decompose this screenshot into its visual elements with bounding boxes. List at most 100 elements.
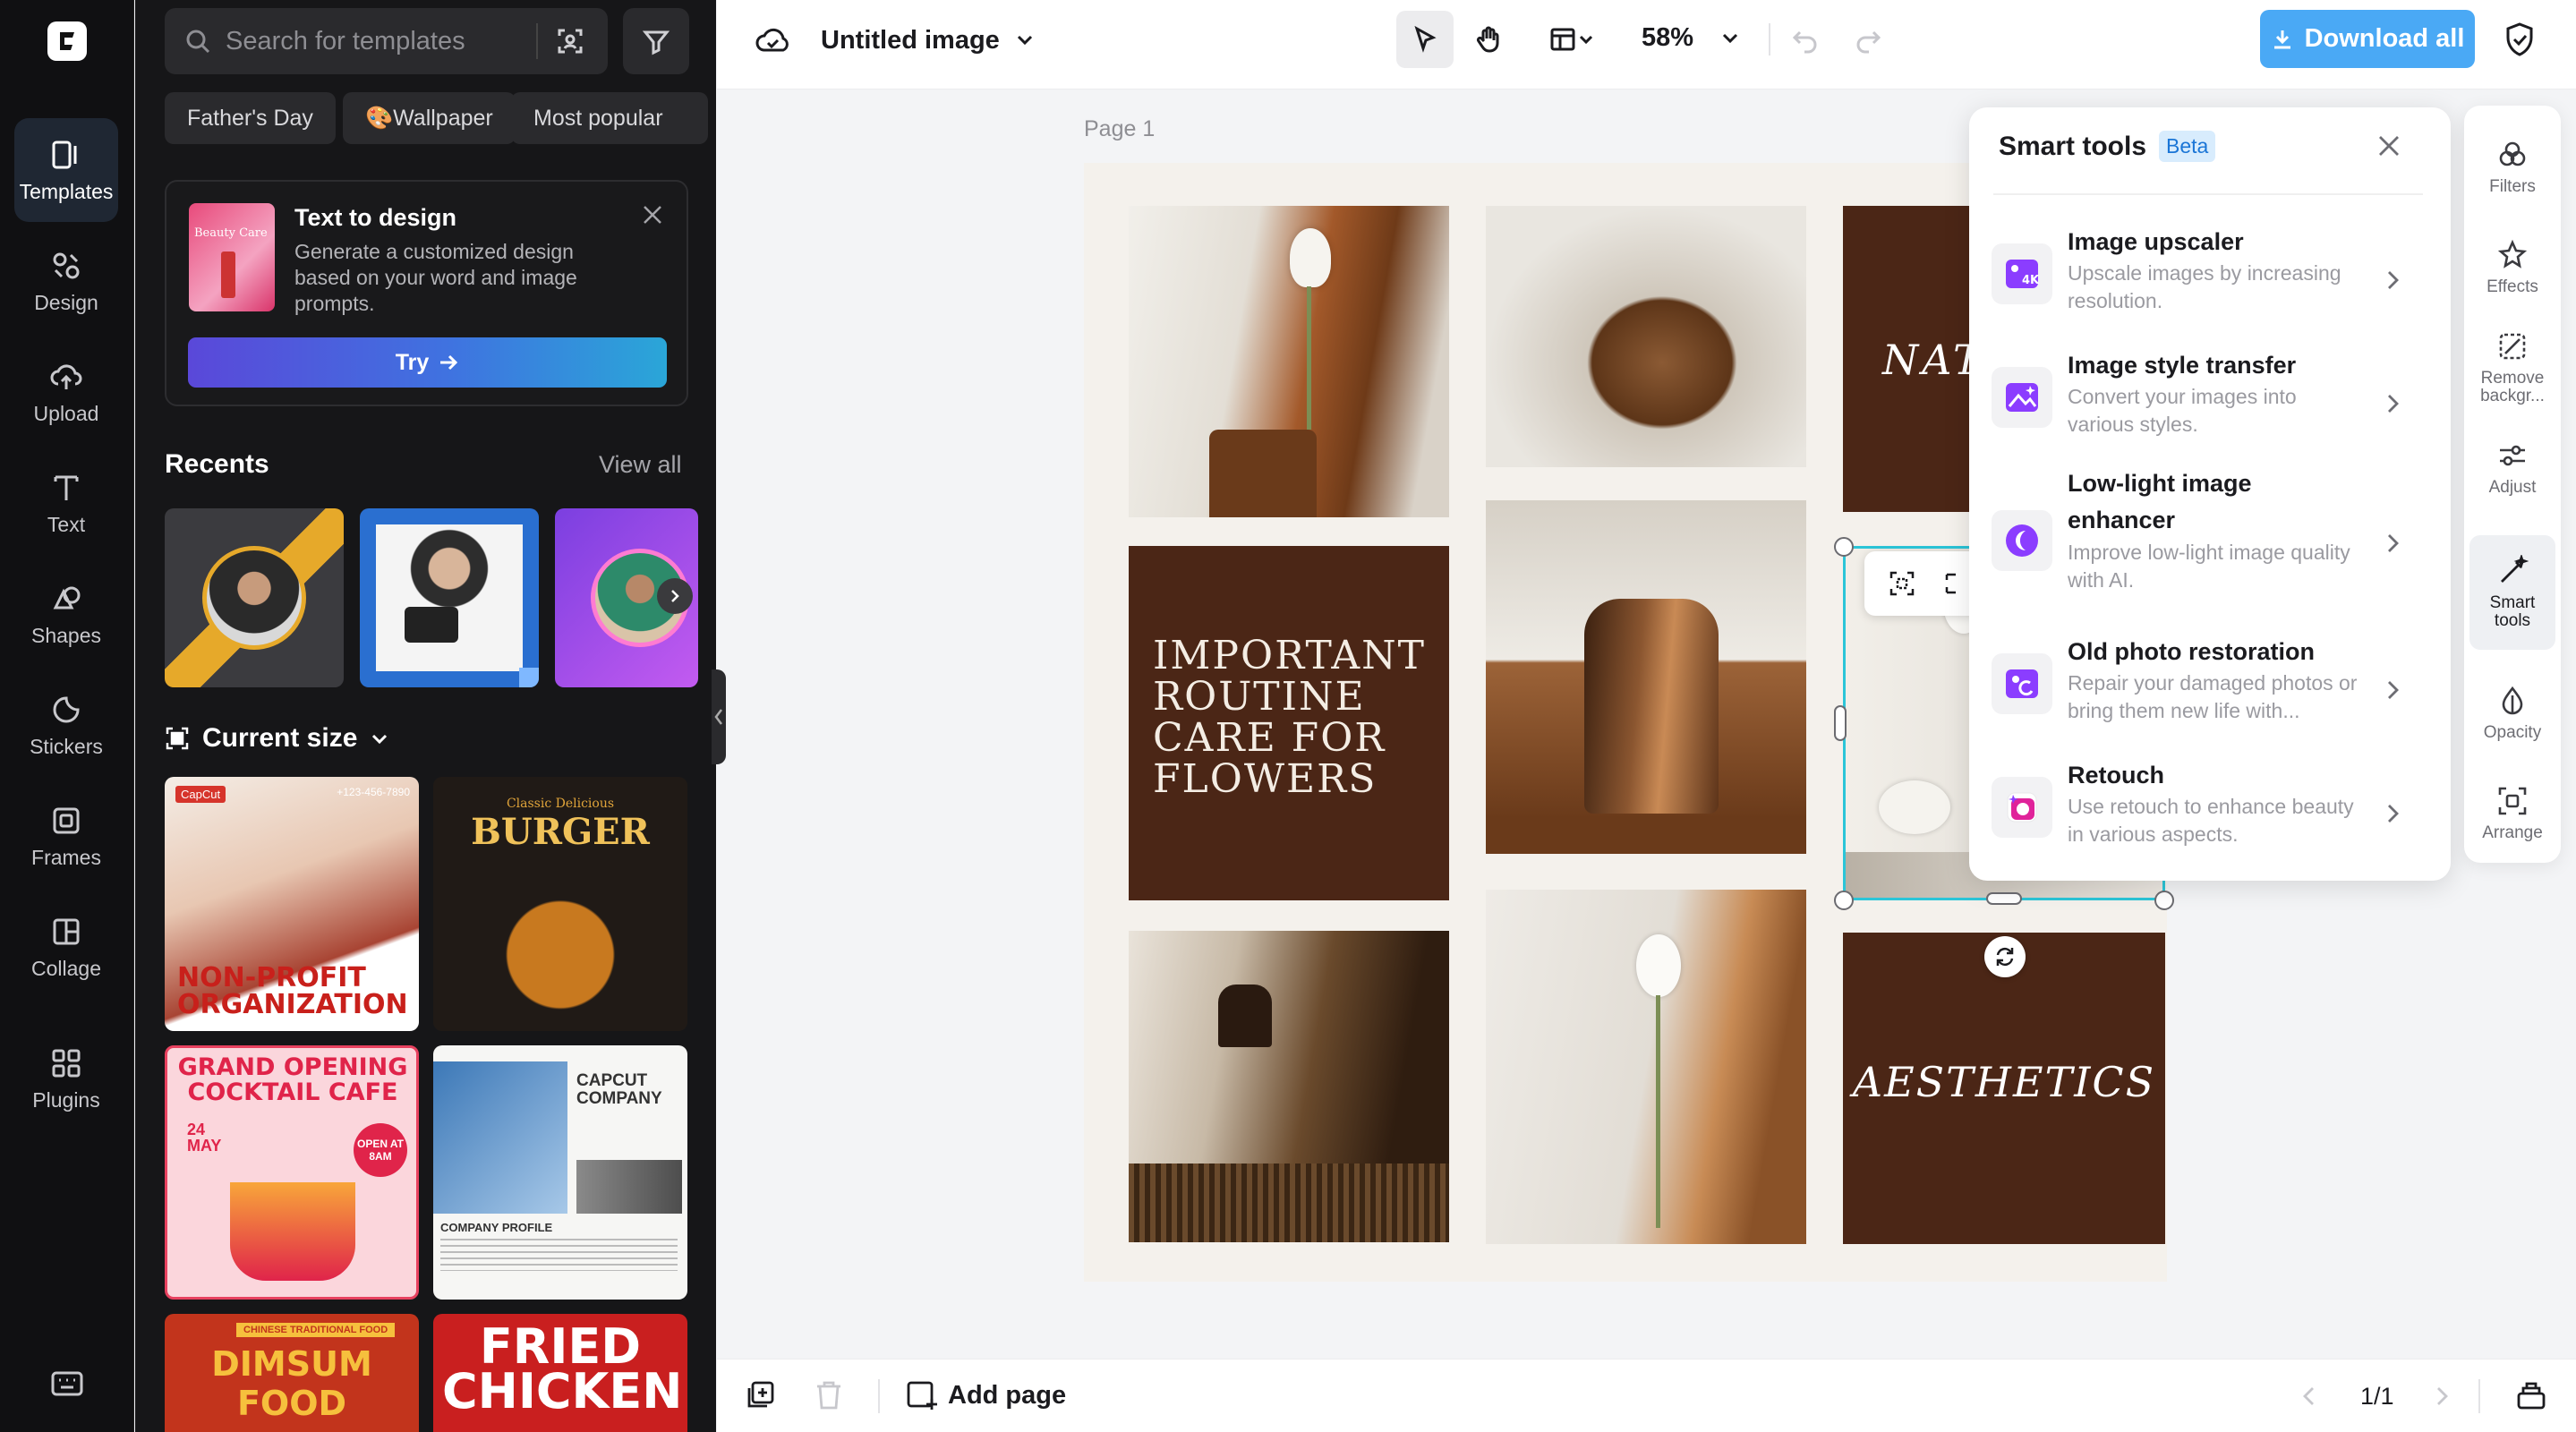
sidebar-item-frames[interactable]: Frames: [14, 784, 118, 888]
recent-item[interactable]: [360, 508, 539, 687]
template-card-burger[interactable]: Classic Delicious BURGER: [433, 777, 687, 1031]
sidebar-item-text[interactable]: Text: [14, 451, 118, 555]
tool-image-upscaler[interactable]: 4K Image upscaler Upscale images by incr…: [1992, 224, 2428, 340]
hand-tool-button[interactable]: [1460, 11, 1517, 68]
panel-item-smart-tools[interactable]: Smart tools: [2469, 535, 2555, 650]
search-icon: [186, 30, 210, 54]
routine-text: IMPORTANT ROUTINE CARE FOR FLOWERS: [1153, 633, 1427, 802]
hand-icon: [1476, 26, 1499, 53]
sidebar-item-plugins[interactable]: Plugins: [14, 1020, 118, 1137]
tool-image-style-transfer[interactable]: Image style transfer Convert your images…: [1992, 347, 2428, 464]
keyboard-shortcuts-icon[interactable]: [49, 1369, 85, 1398]
zoom-level[interactable]: 58%: [1642, 23, 1693, 53]
close-icon[interactable]: [641, 203, 664, 226]
opacity-drop-icon: [2502, 686, 2523, 715]
photo-tulip-window[interactable]: [1486, 890, 1806, 1244]
capcut-logo-icon[interactable]: [47, 21, 87, 61]
tool-low-light-enhancer[interactable]: Low-light image enhancer Improve low-lig…: [1992, 465, 2428, 609]
page-manager-icon[interactable]: [2516, 1381, 2546, 1411]
sidebar-item-upload[interactable]: Upload: [14, 340, 118, 444]
duplicate-page-icon[interactable]: [744, 1379, 776, 1411]
filter-button[interactable]: [623, 8, 689, 74]
sidebar-item-design[interactable]: Design: [14, 229, 118, 333]
chevron-down-icon[interactable]: [1014, 29, 1036, 50]
layout-dropdown[interactable]: [1536, 11, 1608, 68]
photo-vase-closeup[interactable]: [1486, 500, 1806, 854]
view-all-link[interactable]: View all: [599, 451, 682, 479]
template-card-dimsum[interactable]: CHINESE TRADITIONAL FOOD DIMSUM FOOD: [165, 1314, 419, 1432]
chevron-down-icon: [1579, 35, 1593, 45]
resize-handle[interactable]: [1834, 537, 1854, 557]
aesthetics-text-tile[interactable]: AESTHETICS: [1843, 933, 2165, 1244]
rotate-handle[interactable]: [1984, 936, 2026, 977]
layout-icon: [1550, 28, 1575, 51]
download-all-label: Download all: [2304, 24, 2465, 53]
shield-icon[interactable]: [2503, 21, 2536, 57]
panel-item-opacity[interactable]: Opacity: [2469, 664, 2555, 763]
photo-tulip-vase[interactable]: [1129, 206, 1449, 517]
template-card-cocktail[interactable]: GRAND OPENING COCKTAIL CAFE 24 MAY OPEN …: [165, 1045, 419, 1300]
document-title[interactable]: Untitled image: [821, 26, 1000, 55]
template-card-nonprofit[interactable]: CapCut +123-456-7890 NON-PROFIT ORGANIZA…: [165, 777, 419, 1031]
undo-icon[interactable]: [1791, 25, 1820, 54]
smart-tools-panel: Smart tools Beta 4K Image upscaler Upsca…: [1969, 107, 2451, 881]
resize-handle-bottom[interactable]: [1986, 892, 2022, 905]
sidebar-item-templates[interactable]: Templates: [14, 118, 118, 222]
toolbar-divider: [1769, 23, 1770, 55]
tool-retouch[interactable]: Retouch Use retouch to enhance beauty in…: [1992, 757, 2428, 874]
sidebar-item-label: Collage: [31, 956, 101, 980]
chip-fathers-day[interactable]: Father's Day: [165, 92, 336, 144]
current-size-dropdown[interactable]: Current size: [165, 723, 389, 754]
replace-image-icon[interactable]: [1943, 569, 1961, 598]
sidebar-item-label: Design: [34, 290, 98, 314]
sidebar-item-label: Plugins: [32, 1087, 100, 1112]
search-input[interactable]: Search for templates: [165, 8, 608, 74]
trash-icon[interactable]: [814, 1379, 844, 1411]
recent-item[interactable]: [165, 508, 344, 687]
routine-text-tile[interactable]: IMPORTANT ROUTINE CARE FOR FLOWERS: [1129, 546, 1449, 900]
search-placeholder: Search for templates: [226, 26, 465, 55]
next-page-icon[interactable]: [2432, 1385, 2452, 1408]
style-transfer-icon: [1992, 367, 2052, 428]
upload-cloud-icon: [50, 363, 82, 389]
select-tool-button[interactable]: [1396, 11, 1454, 68]
redo-icon[interactable]: [1854, 25, 1882, 54]
sidebar-item-shapes[interactable]: Shapes: [14, 562, 118, 666]
image-search-icon[interactable]: [556, 27, 584, 55]
panel-item-adjust[interactable]: Adjust: [2469, 419, 2555, 517]
crop-select-icon[interactable]: [1888, 569, 1916, 598]
tool-old-photo-restoration[interactable]: Old photo restoration Repair your damage…: [1992, 634, 2428, 750]
search-divider: [536, 23, 538, 59]
panel-item-remove-background[interactable]: Remove backgr...: [2469, 319, 2555, 417]
template-card-fried-chicken[interactable]: FRIED CHICKEN: [433, 1314, 687, 1432]
sidebar-item-collage[interactable]: Collage: [14, 895, 118, 999]
tool-description: Convert your images into various styles.: [2068, 385, 2297, 436]
prev-page-icon[interactable]: [2299, 1385, 2319, 1408]
panel-item-effects[interactable]: Effects: [2469, 218, 2555, 317]
retouch-icon: [1992, 777, 2052, 838]
panel-item-filters[interactable]: Filters: [2469, 118, 2555, 217]
panel-item-arrange[interactable]: Arrange: [2469, 764, 2555, 863]
sidebar-item-label: Stickers: [30, 734, 103, 758]
template-card-company[interactable]: CAPCUT COMPANY COMPANY PROFILE: [433, 1045, 687, 1300]
cloud-sync-icon[interactable]: [755, 25, 790, 55]
arrange-icon: [2498, 787, 2527, 815]
try-label: Try: [395, 349, 430, 375]
try-button[interactable]: Try: [188, 337, 667, 388]
recents-next-button[interactable]: [657, 578, 693, 614]
template-title: GRAND OPENING COCKTAIL CAFE: [177, 1053, 408, 1106]
chip-most-popular[interactable]: Most popular: [511, 92, 708, 144]
close-icon[interactable]: [2376, 132, 2402, 159]
photo-lamp-interior[interactable]: [1129, 931, 1449, 1242]
resize-handle[interactable]: [2154, 891, 2174, 910]
photo-restore-icon: [1992, 653, 2052, 714]
add-page-button[interactable]: Add page: [905, 1379, 1066, 1411]
photo-wooden-vase[interactable]: [1486, 206, 1806, 467]
resize-handle-side[interactable]: [1834, 705, 1847, 741]
sidebar-item-stickers[interactable]: Stickers: [14, 673, 118, 777]
resize-handle[interactable]: [1834, 891, 1854, 910]
text-to-design-description: Generate a customized design based on yo…: [294, 240, 577, 315]
download-all-button[interactable]: Download all: [2260, 10, 2475, 68]
chip-wallpaper[interactable]: 🎨Wallpaper: [343, 92, 516, 144]
chevron-down-icon[interactable]: [1719, 27, 1741, 48]
